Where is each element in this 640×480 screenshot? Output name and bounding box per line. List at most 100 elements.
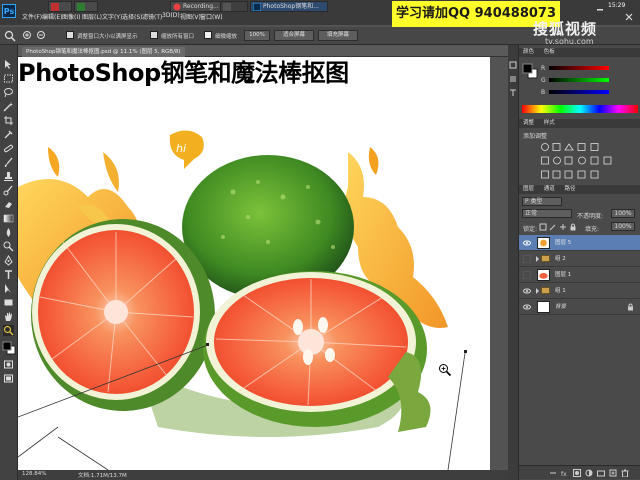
menu-window[interactable]: 窗口(W) [200,12,223,21]
fx-icon[interactable]: fx [561,469,569,477]
blur-tool-icon[interactable] [3,227,14,238]
hand-tool-icon[interactable] [3,311,14,322]
layer-row[interactable]: 组 1 [519,283,640,299]
marquee-tool-icon[interactable] [3,73,14,84]
dodge-tool-icon[interactable] [3,241,14,252]
eraser-tool-icon[interactable] [3,199,14,210]
layer-row[interactable]: 图层 1 [519,267,640,283]
blue-slider[interactable] [549,90,609,94]
path-selection-tool-icon[interactable] [3,283,14,294]
layer-kind-filter[interactable]: P 类型 [522,197,562,206]
tab-channels[interactable]: 通道 [544,186,555,192]
blend-mode-select[interactable]: 正常 [522,209,572,218]
zoom-100-button[interactable]: 100% [244,30,270,41]
menu-image[interactable]: 图像(I) [62,12,80,21]
zoom-tool-icon[interactable] [4,30,16,42]
new-group-icon[interactable] [597,469,605,477]
layer-name[interactable]: 图层 1 [555,267,571,283]
menu-filter[interactable]: 滤镜(T) [142,12,162,21]
link-layers-icon[interactable] [549,469,557,477]
shape-tool-icon[interactable] [3,297,14,308]
opacity-input[interactable]: 100% [611,209,635,218]
red-slider[interactable] [549,66,609,70]
delete-layer-icon[interactable] [621,469,629,477]
healing-brush-tool-icon[interactable] [3,143,14,154]
screen-mode-icon[interactable] [3,373,14,384]
visibility-eye-icon[interactable] [523,303,531,311]
layer-row[interactable]: 图层 5 [519,235,640,251]
menu-edit[interactable]: 编辑(E) [42,12,62,21]
new-layer-icon[interactable] [609,469,617,477]
visibility-eye-icon[interactable] [523,239,531,247]
color-spectrum[interactable] [522,105,638,113]
fill-input[interactable]: 100% [611,222,635,231]
crop-tool-icon[interactable] [3,115,14,126]
menu-file[interactable]: 文件(F) [22,12,42,21]
fg-bg-color-icon[interactable] [522,63,538,79]
layer-name[interactable]: 背景 [555,299,566,315]
quick-mask-icon[interactable] [3,359,14,370]
menu-3d[interactable]: 3D(D) [162,12,180,19]
lock-pixels-icon[interactable] [549,223,557,231]
adjustment-layer-icon[interactable] [585,469,593,477]
clone-stamp-tool-icon[interactable] [3,171,14,182]
type-tool-icon[interactable] [3,269,14,280]
color-swatches-icon[interactable] [2,341,16,355]
move-tool-icon[interactable] [3,59,14,70]
adjustment-icons-grid[interactable] [539,141,619,181]
close-icon[interactable] [624,12,634,22]
tab-color[interactable]: 颜色 [523,49,534,55]
layer-name[interactable]: 图层 5 [555,235,571,251]
minimize-icon[interactable] [596,4,604,12]
tab-layers[interactable]: 图层 [523,186,534,192]
character-icon[interactable] [509,89,517,97]
fit-screen-button[interactable]: 适合屏幕 [274,30,314,41]
fill-screen-button[interactable]: 填充屏幕 [318,30,358,41]
properties-icon[interactable] [509,75,517,83]
zoom-all-checkbox[interactable] [150,31,158,39]
resize-windows-checkbox[interactable] [66,31,74,39]
layer-name[interactable]: 组 1 [555,283,566,299]
expand-arrow-icon[interactable] [535,256,540,262]
lasso-tool-icon[interactable] [3,87,14,98]
add-mask-icon[interactable] [573,469,581,477]
taskbar-tab-2[interactable] [74,1,98,12]
history-brush-tool-icon[interactable] [3,185,14,196]
tab-swatches[interactable]: 色板 [544,49,555,55]
layer-row[interactable]: 背景 [519,299,640,315]
zoom-level[interactable]: 128.84% [22,471,46,477]
taskbar-tab-3[interactable] [220,1,248,12]
tab-adjustments[interactable]: 调整 [523,120,534,126]
visibility-eye-empty[interactable] [523,255,531,263]
tab-paths[interactable]: 路径 [565,186,576,192]
zoom-out-icon[interactable] [36,30,48,42]
history-icon[interactable] [509,61,517,69]
gradient-tool-icon[interactable] [3,213,14,224]
expand-arrow-icon[interactable] [535,288,540,294]
document-canvas[interactable]: PhotoShop钢笔和魔法棒抠图 hi [18,57,490,470]
menu-type[interactable]: 文字(Y) [102,12,122,21]
document-tab[interactable]: PhotoShop钢笔和魔法棒抠图.psd @ 11.1% (图层 5, RGB… [22,47,185,57]
taskbar-tab-photoshop[interactable]: PhotoShop钢笔和... [250,1,328,12]
zoom-tool-icon[interactable] [3,325,14,336]
tab-styles[interactable]: 样式 [544,120,555,126]
visibility-eye-empty[interactable] [523,271,531,279]
channel-b-label: B [541,89,546,96]
taskbar-tab-1[interactable] [48,1,72,12]
green-slider[interactable] [549,78,609,82]
menu-view[interactable]: 视图(V) [180,12,201,21]
lock-transparent-icon[interactable] [539,223,547,231]
brush-tool-icon[interactable] [3,157,14,168]
menu-select[interactable]: 选择(S) [122,12,143,21]
zoom-in-icon[interactable] [22,30,34,42]
visibility-eye-icon[interactable] [523,287,531,295]
lock-all-icon[interactable] [569,223,577,231]
pen-tool-icon[interactable] [3,255,14,266]
scrubby-zoom-checkbox[interactable] [204,31,212,39]
layer-row[interactable]: 组 2 [519,251,640,267]
eyedropper-tool-icon[interactable] [3,129,14,140]
lock-position-icon[interactable] [559,223,567,231]
magic-wand-tool-icon[interactable] [3,101,14,112]
layer-name[interactable]: 组 2 [555,251,566,267]
menu-layer[interactable]: 图层(L) [82,12,102,21]
